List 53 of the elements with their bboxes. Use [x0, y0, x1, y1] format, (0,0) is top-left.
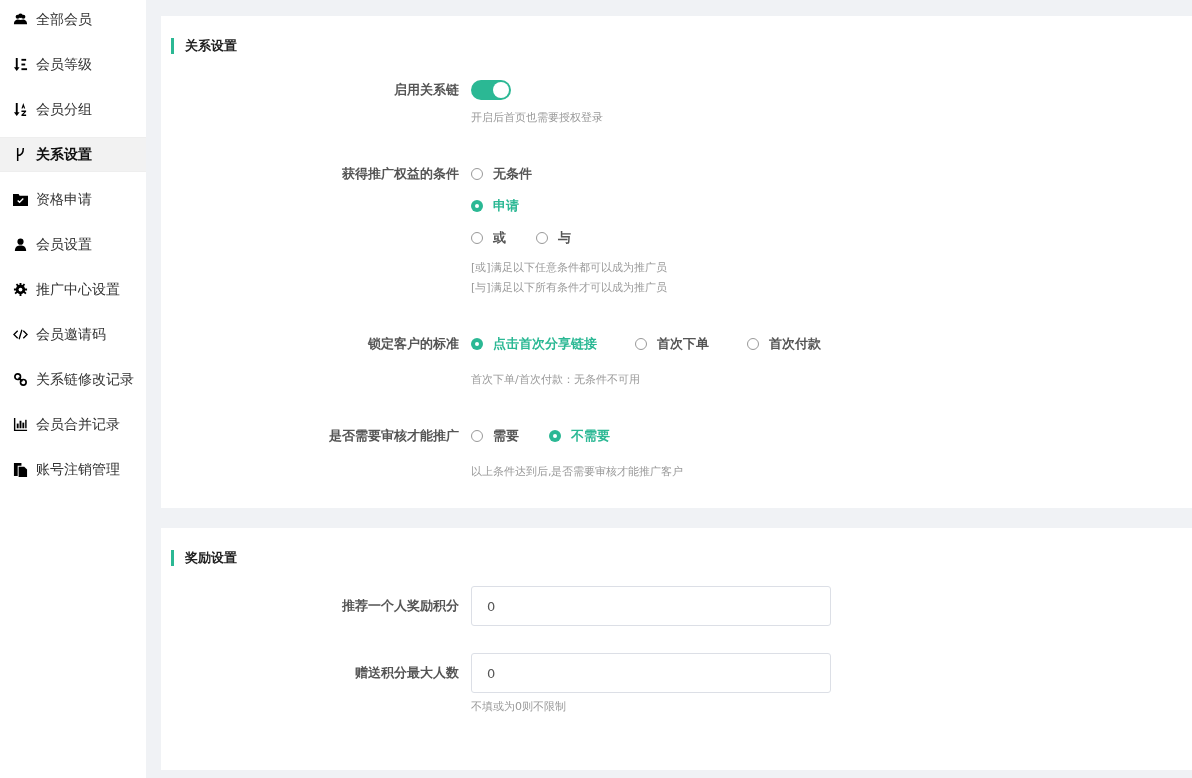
field-label: 推荐一个人奖励积分: [341, 597, 459, 615]
sidebar-item[interactable]: 关系设置: [0, 137, 146, 172]
radio-label[interactable]: 首次付款: [769, 335, 821, 353]
radio-button[interactable]: [471, 168, 483, 180]
sidebar-item[interactable]: 会员合并记录: [0, 407, 146, 442]
sidebar-item[interactable]: 资格申请: [0, 182, 146, 217]
people-icon: [13, 12, 28, 27]
radio-label[interactable]: 无条件: [493, 165, 532, 183]
sidebar-item[interactable]: 会员等级: [0, 47, 146, 82]
sidebar-item[interactable]: 关系链修改记录: [0, 362, 146, 397]
section-title: 奖励设置: [171, 550, 1192, 566]
field-label: 启用关系链: [393, 81, 459, 99]
help-text: 首次下单/首次付款：无条件不可用: [471, 372, 641, 388]
section-title: 关系设置: [171, 38, 1192, 54]
radio-button[interactable]: [471, 200, 483, 212]
radio-label[interactable]: 首次下单: [657, 335, 709, 353]
radio-label[interactable]: 需要: [493, 427, 519, 445]
text-field[interactable]: 0: [471, 586, 831, 626]
radio-button[interactable]: [471, 338, 483, 350]
radio-label[interactable]: 或: [493, 229, 506, 247]
help-text: 不填或为0则不限制: [471, 699, 567, 715]
help-text: [与]满足以下所有条件才可以成为推广员: [471, 280, 668, 296]
link-icon: [13, 372, 28, 387]
toggle-switch[interactable]: [471, 80, 511, 100]
field-label: 锁定客户的标准: [366, 335, 459, 353]
sidebar-item[interactable]: 会员邀请码: [0, 317, 146, 352]
field-label: 获得推广权益的条件: [341, 165, 459, 183]
folder-check-icon: [13, 192, 28, 207]
radio-button[interactable]: [536, 232, 548, 244]
bar-chart-icon: [13, 417, 28, 432]
sidebar-item[interactable]: 全部会员: [0, 2, 146, 37]
radio-button[interactable]: [549, 430, 561, 442]
help-text: 开启后首页也需要授权登录: [471, 110, 604, 126]
gear-icon: [13, 282, 28, 297]
radio-label[interactable]: 与: [558, 229, 571, 247]
help-text: 以上条件达到后,是否需要审核才能推广客户: [471, 464, 685, 480]
radio-button[interactable]: [471, 232, 483, 244]
sort-lines-icon: [13, 57, 28, 72]
radio-button[interactable]: [747, 338, 759, 350]
radio-button[interactable]: [635, 338, 647, 350]
document-icon: [13, 462, 28, 477]
sidebar-item[interactable]: 账号注销管理: [0, 452, 146, 487]
radio-button[interactable]: [471, 430, 483, 442]
sidebar-item[interactable]: 会员分组: [0, 92, 146, 127]
text-field[interactable]: 0: [471, 653, 831, 693]
field-label: 是否需要审核才能推广: [328, 427, 459, 445]
sidebar-item[interactable]: 推广中心设置: [0, 272, 146, 307]
help-text: [或]满足以下任意条件都可以成为推广员: [471, 260, 668, 276]
field-label: 赠送积分最大人数: [354, 664, 459, 682]
code-icon: [13, 327, 28, 342]
user-icon: [13, 237, 28, 252]
sort-az-icon: [13, 102, 28, 117]
sidebar-item[interactable]: 会员设置: [0, 227, 146, 262]
